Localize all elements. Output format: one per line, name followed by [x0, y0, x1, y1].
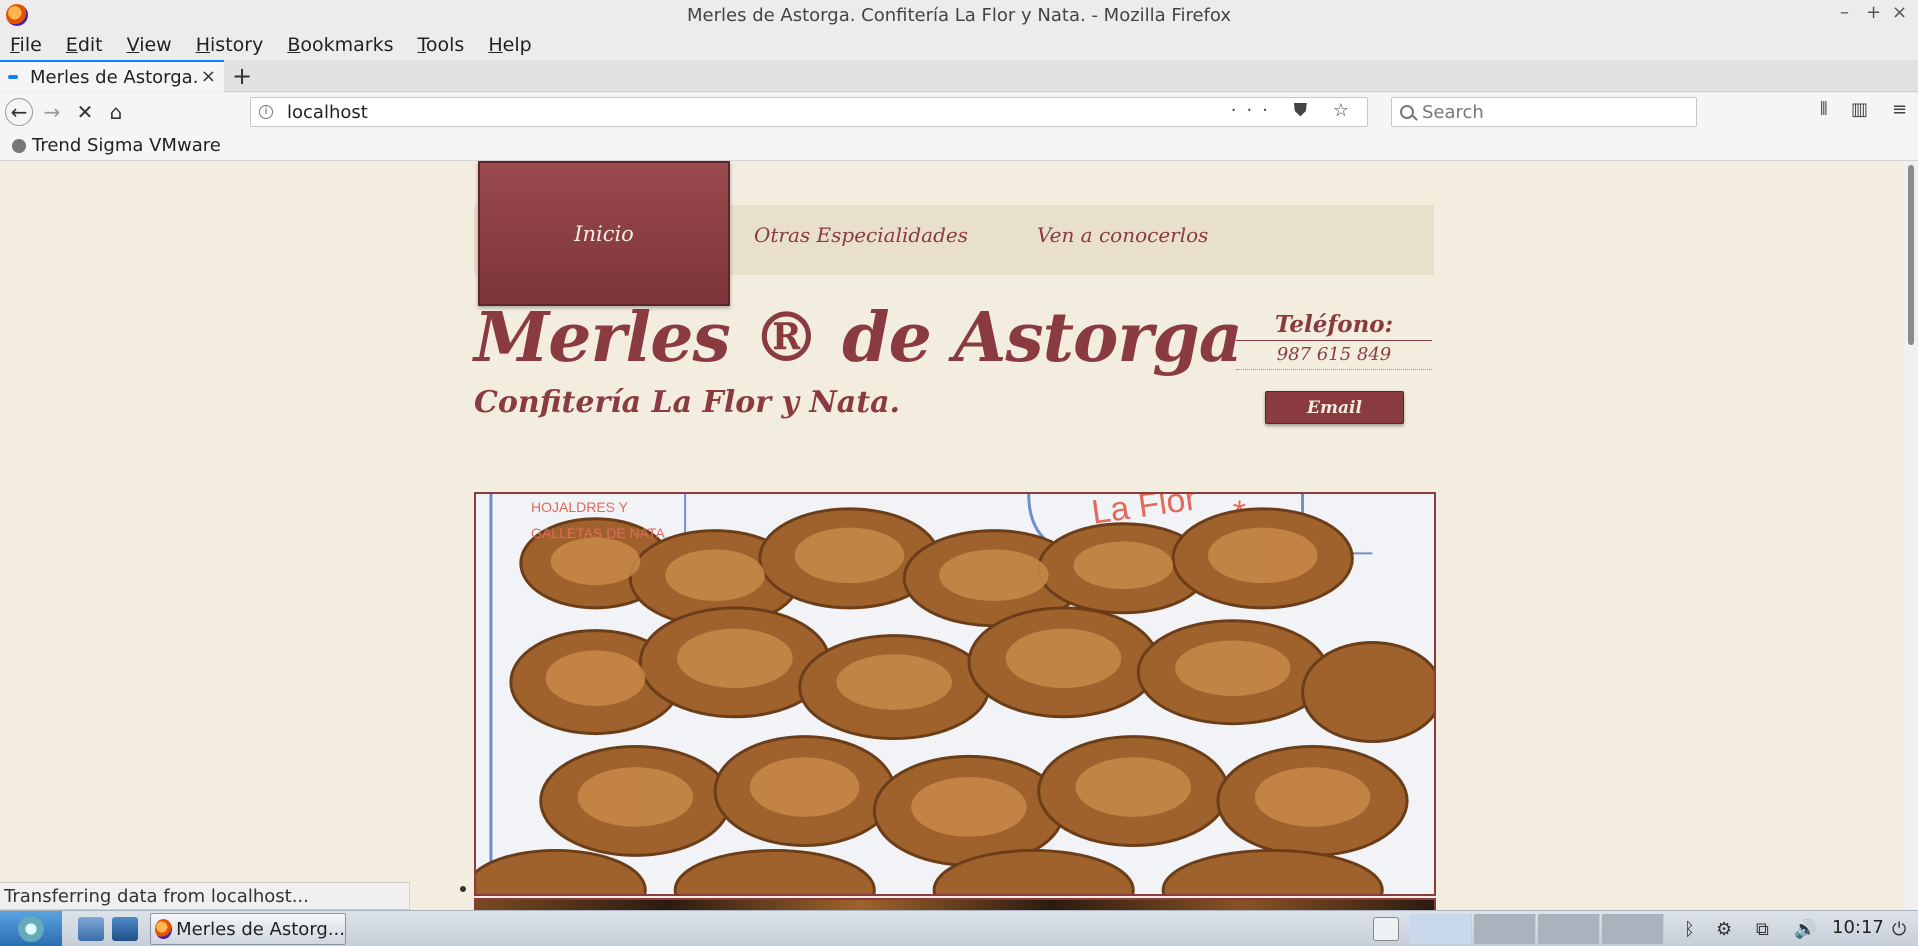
minimize-button[interactable]: –	[1840, 2, 1849, 23]
menu-view[interactable]: View	[127, 34, 172, 56]
library-icon[interactable]: ⫴	[1820, 99, 1828, 120]
status-bar: Transferring data from localhost...	[0, 882, 410, 910]
stop-button[interactable]: ✕	[71, 98, 99, 126]
page-actions-icon[interactable]: ··· ⛊ ☆	[1231, 100, 1359, 121]
start-button[interactable]	[0, 911, 62, 946]
home-button[interactable]: ⌂	[102, 98, 130, 126]
back-button[interactable]: ←	[5, 98, 33, 126]
menu-help[interactable]: Help	[488, 34, 531, 56]
nav-item-otras-especialidades[interactable]: Otras Especialidades	[754, 223, 968, 247]
menu-tools[interactable]: Tools	[418, 34, 465, 56]
site-title: Merles ® de Astorga	[474, 298, 1243, 378]
file-manager-icon[interactable]	[78, 917, 104, 941]
page-viewport: Inicio Otras Especialidades Ven a conoce…	[0, 161, 1904, 910]
page-scrollbar[interactable]	[1904, 161, 1918, 910]
nav-item-inicio[interactable]: Inicio	[478, 161, 730, 306]
menu-file[interactable]: File	[10, 34, 42, 56]
firefox-icon	[155, 919, 173, 939]
pastry-photo: La Flor *	[476, 494, 1434, 894]
workspace-3[interactable]	[1538, 914, 1600, 944]
workspace-4[interactable]	[1602, 914, 1664, 944]
workspace-2[interactable]	[1474, 914, 1536, 944]
contact-box: Teléfono: 987 615 849	[1236, 311, 1432, 370]
phone-number: 987 615 849	[1236, 341, 1432, 370]
network-icon[interactable]: ⧉	[1756, 919, 1769, 940]
tab-label: Merles de Astorga. Confitería La Flor y …	[30, 66, 200, 88]
site-subtitle: Confitería La Flor y Nata.	[474, 385, 900, 420]
power-icon[interactable]: ⏻	[1892, 919, 1906, 940]
menu-bookmarks[interactable]: Bookmarks	[287, 34, 393, 56]
nav-toolbar: ← → ✕ ⌂ i localhost ··· ⛊ ☆ ⫴ ▥ ≡	[0, 93, 1918, 131]
network-app-icon[interactable]	[112, 917, 138, 941]
firefox-icon	[6, 4, 28, 26]
forward-button[interactable]: →	[38, 98, 66, 126]
loading-icon	[8, 75, 18, 79]
window-titlebar: Merles de Astorga. Confitería La Flor y …	[0, 0, 1918, 30]
search-bar[interactable]	[1391, 97, 1697, 127]
bookmarks-bar: Trend Sigma VMware	[0, 131, 1918, 161]
tab-active[interactable]: Merles de Astorga. Confitería La Flor y …	[0, 60, 224, 92]
task-label: Merles de Astorg...	[176, 918, 345, 940]
email-button[interactable]: Email	[1265, 391, 1404, 424]
phone-label: Teléfono:	[1236, 311, 1432, 341]
menu-bar: File Edit View History Bookmarks Tools H…	[0, 30, 1918, 60]
site-info-icon[interactable]: i	[259, 105, 273, 119]
window-title: Merles de Astorga. Confitería La Flor y …	[687, 4, 1231, 26]
hero-caption: HOJALDRES Y GALLETAS DE NATA	[531, 499, 665, 541]
volume-icon[interactable]: 🔊	[1794, 919, 1816, 940]
new-tab-button[interactable]: +	[232, 62, 252, 90]
url-text[interactable]: localhost	[287, 102, 368, 123]
hero-image: La Flor *	[474, 492, 1436, 896]
workspace-1[interactable]	[1410, 914, 1472, 944]
search-icon	[1400, 105, 1414, 119]
hamburger-menu-icon[interactable]: ≡	[1892, 99, 1907, 120]
close-window-button[interactable]: ×	[1892, 2, 1907, 23]
second-pastry-photo	[474, 898, 1436, 910]
url-bar[interactable]: i localhost ··· ⛊ ☆	[250, 97, 1368, 127]
search-input[interactable]	[1422, 101, 1682, 123]
taskbar-firefox-task[interactable]: Merles de Astorg...	[150, 913, 346, 945]
sidebar-icon[interactable]: ▥	[1851, 99, 1868, 120]
menu-edit[interactable]: Edit	[66, 34, 103, 56]
bluetooth-icon[interactable]: ᛒ	[1684, 919, 1695, 940]
update-icon[interactable]: ⚙	[1716, 919, 1732, 940]
clock: 10:17	[1832, 917, 1884, 938]
menu-history[interactable]: History	[196, 34, 264, 56]
tab-strip: Merles de Astorga. Confitería La Flor y …	[0, 60, 1918, 92]
list-bullet	[460, 886, 466, 892]
show-desktop-icon[interactable]	[1373, 917, 1399, 941]
maximize-button[interactable]: +	[1866, 2, 1881, 23]
globe-icon	[12, 138, 26, 153]
scrollbar-thumb[interactable]	[1908, 165, 1914, 345]
start-menu-icon	[18, 916, 44, 942]
taskbar: Merles de Astorg... ᛒ ⚙ ⧉ 🔊 10:17 ⏻	[0, 910, 1918, 946]
nav-label: Inicio	[574, 221, 634, 246]
nav-item-ven-a-conocerlos[interactable]: Ven a conocerlos	[1037, 223, 1208, 247]
close-tab-icon[interactable]: ×	[201, 66, 216, 87]
bookmark-item[interactable]: Trend Sigma VMware	[32, 135, 221, 156]
